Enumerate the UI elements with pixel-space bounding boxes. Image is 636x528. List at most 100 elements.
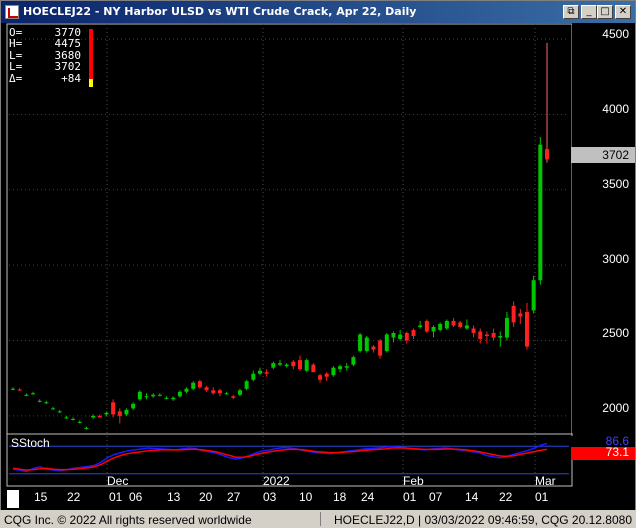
copyright-text: CQG Inc. © 2022 All rights reserved worl… — [4, 513, 252, 527]
candle-body — [117, 411, 122, 416]
candle-body — [57, 411, 62, 413]
candle-body — [157, 394, 162, 396]
candle-body — [351, 357, 356, 365]
date-axis[interactable]: Dec 2022 Feb Mar 15 22 01 06 13 20 27 03… — [1, 474, 635, 511]
price-tick: 2000 — [602, 401, 629, 415]
day-label: 22 — [499, 490, 513, 504]
month-label: Feb — [403, 474, 424, 488]
candle-body — [191, 382, 196, 389]
price-chart[interactable] — [1, 23, 635, 511]
candle-body — [371, 346, 376, 350]
candle-body — [364, 337, 369, 352]
candle-body — [204, 387, 209, 391]
candle-body — [244, 381, 249, 389]
candle-body — [444, 320, 449, 329]
day-label: 10 — [299, 490, 313, 504]
candle-body — [291, 361, 296, 367]
day-label: 01 — [535, 490, 549, 504]
ohlc-readout: O= 3770 H= 4475 L= 3680 L= 3702 Δ= +84 — [9, 27, 81, 84]
candle-body — [478, 331, 483, 340]
day-label: 01 — [403, 490, 417, 504]
candle-body — [231, 396, 236, 398]
price-tick: 3000 — [602, 252, 629, 266]
candle-body — [438, 323, 443, 330]
candle-body — [298, 360, 303, 370]
candle-body — [471, 328, 476, 334]
day-label: 13 — [167, 490, 181, 504]
chart-window: HOECLEJ22 - NY Harbor ULSD vs WTI Crude … — [0, 0, 636, 511]
current-price-label: 3702 — [571, 147, 635, 163]
candle-body — [271, 363, 276, 368]
candle-body — [171, 397, 176, 400]
day-label: 01 — [109, 490, 123, 504]
candle-body — [264, 372, 269, 374]
candle-body — [31, 393, 36, 395]
candle-body — [257, 370, 262, 374]
candle-body — [391, 333, 396, 338]
restore-button[interactable]: ⧉ — [563, 5, 579, 19]
candle-body — [224, 393, 229, 395]
price-axis[interactable]: 4500 4000 3500 3000 2500 2000 — [572, 23, 635, 433]
candle-body — [398, 334, 403, 340]
price-tick: 4500 — [602, 27, 629, 41]
candle-body — [37, 400, 42, 402]
candle-body — [538, 144, 543, 281]
candle-body — [17, 389, 22, 391]
candle-body — [284, 364, 289, 367]
candle-body — [458, 322, 463, 327]
candle-body — [217, 390, 222, 394]
price-tick: 4000 — [602, 102, 629, 116]
candle-body — [97, 415, 102, 418]
candle-body — [71, 418, 76, 420]
scroll-handle[interactable] — [7, 490, 19, 508]
candle-body — [338, 366, 343, 370]
day-label: 18 — [333, 490, 347, 504]
title-bar[interactable]: HOECLEJ22 - NY Harbor ULSD vs WTI Crude … — [1, 1, 635, 23]
day-label: 15 — [34, 490, 48, 504]
candle-body — [418, 325, 423, 327]
day-label: 27 — [227, 490, 241, 504]
candle-body — [484, 334, 489, 337]
candle-body — [358, 334, 363, 352]
window-title: HOECLEJ22 - NY Harbor ULSD vs WTI Crude … — [23, 5, 417, 18]
day-label: 07 — [429, 490, 443, 504]
candle-body — [344, 366, 349, 368]
ohlc-change: Δ= +84 — [9, 71, 81, 85]
ohlc-range-marker — [89, 29, 93, 84]
candle-body — [11, 388, 15, 390]
stoch-label: SStoch — [11, 436, 50, 450]
day-label: 06 — [129, 490, 143, 504]
candle-body — [124, 409, 129, 415]
candle-body — [84, 427, 89, 429]
candle-body — [184, 388, 189, 392]
candle-body — [91, 415, 96, 418]
candle-body — [24, 394, 29, 396]
candle-body — [404, 333, 409, 341]
day-label: 22 — [67, 490, 81, 504]
maximize-button[interactable]: □ — [597, 5, 613, 19]
candle-body — [311, 364, 316, 373]
candle-body — [111, 402, 116, 415]
candle-body — [151, 394, 156, 397]
stoch-d-value: 73.1 — [571, 446, 635, 460]
candle-body — [378, 340, 383, 356]
candle-body — [51, 408, 56, 410]
ohlc-close-marker — [89, 79, 93, 87]
candle-body — [491, 333, 496, 338]
candle-body — [498, 336, 503, 338]
close-button[interactable]: ✕ — [615, 5, 631, 19]
candle-body — [164, 397, 169, 399]
month-label: Mar — [535, 474, 556, 488]
day-label: 03 — [263, 490, 277, 504]
candle-body — [545, 149, 549, 160]
candle-body — [44, 402, 49, 404]
candle-body — [177, 391, 182, 397]
candle-body — [324, 373, 329, 377]
minimize-button[interactable]: _ — [581, 5, 597, 19]
day-label: 20 — [199, 490, 213, 504]
candle-body — [424, 320, 429, 332]
status-info: HOECLEJ22,D | 03/03/2022 09:46:59, CQG 2… — [334, 513, 632, 527]
candle-body — [531, 280, 536, 311]
candle-body — [144, 396, 149, 398]
app-icon — [5, 5, 19, 19]
